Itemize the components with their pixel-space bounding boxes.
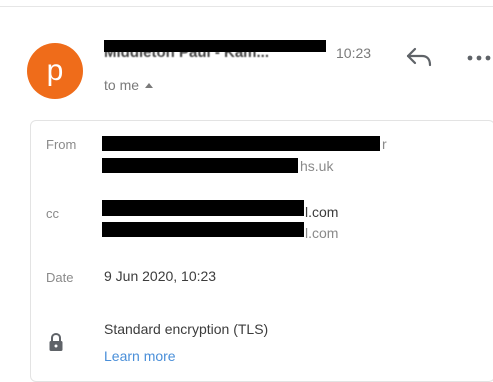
sender-row[interactable]: Middleton Paul - Kam... 10:23 [104,40,394,66]
recipient-label: to me [104,77,140,93]
cc-address-line2-suffix: l.com [305,225,339,241]
cc-address-line1-suffix: l.com [305,204,339,220]
more-options-icon[interactable] [466,54,493,62]
redaction-bar [102,136,380,151]
from-label: From [46,137,77,152]
from-address-line2-suffix: hs.uk [300,158,334,174]
email-details-screen: p Middleton Paul - Kam... 10:23 to me Fr… [0,0,493,382]
caret-up-icon [145,83,154,88]
date-value: 9 Jun 2020, 10:23 [104,268,217,284]
avatar-letter: p [46,54,64,87]
top-divider [0,6,493,7]
redaction-bar [102,158,298,173]
encryption-value: Standard encryption (TLS) [104,321,269,337]
reply-icon[interactable] [405,46,433,68]
redaction-bar [104,40,326,52]
recipient-toggle[interactable]: to me [104,76,154,94]
redaction-bar [102,200,304,216]
message-time: 10:23 [336,45,372,61]
redaction-bar [102,222,304,237]
cc-label: cc [46,206,59,221]
lock-icon [49,332,63,351]
from-address-line1-suffix: r [382,136,387,152]
date-label: Date [46,270,74,285]
learn-more-link[interactable]: Learn more [104,347,176,365]
sender-avatar[interactable]: p [27,43,83,99]
